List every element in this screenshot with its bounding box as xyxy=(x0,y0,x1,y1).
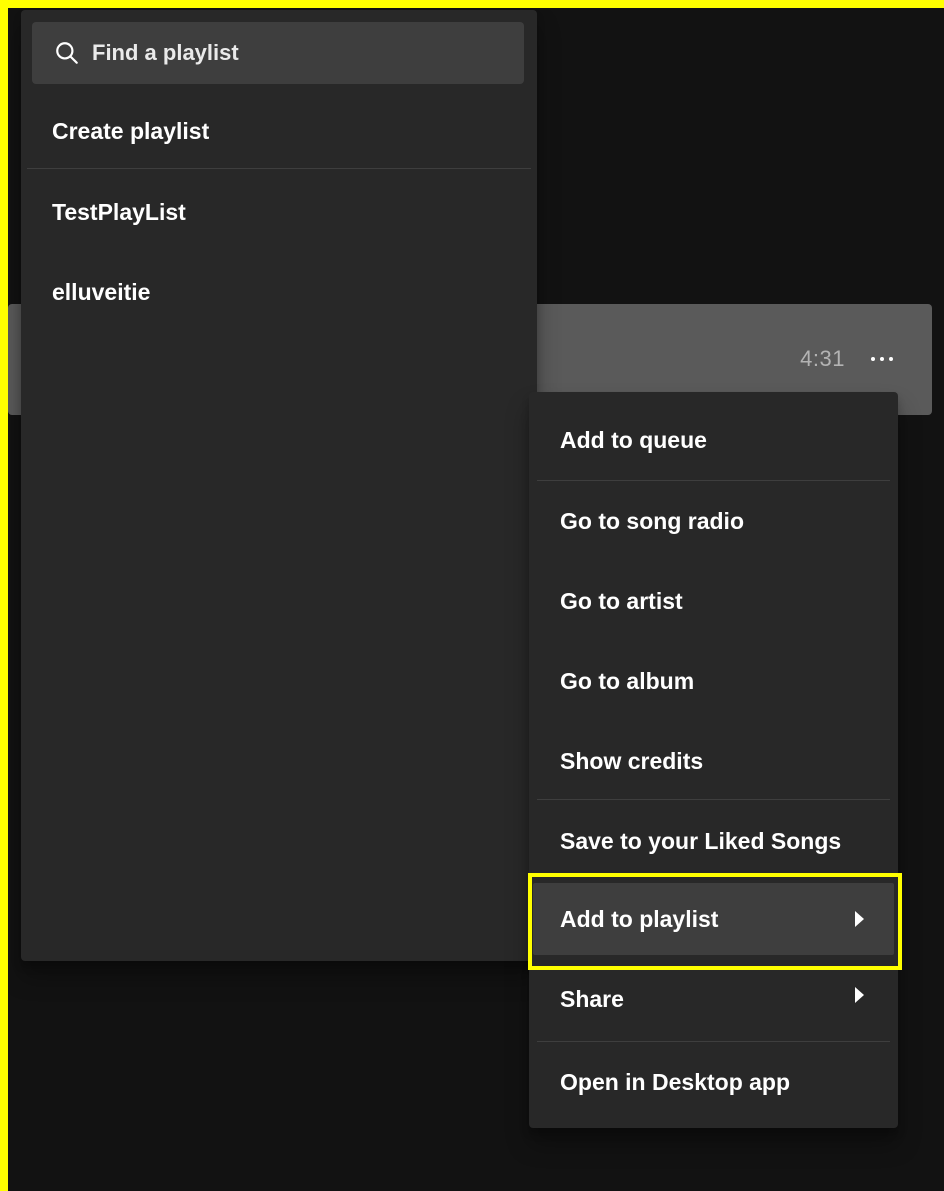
track-duration: 4:31 xyxy=(800,346,845,371)
track-context-menu: Add to queue Go to song radio Go to arti… xyxy=(529,392,898,1128)
divider xyxy=(537,480,890,481)
caret-right-icon xyxy=(855,911,864,927)
menu-item-go-to-artist[interactable]: Go to artist xyxy=(533,565,894,637)
menu-item-share[interactable]: Share xyxy=(533,963,894,1035)
menu-item-label: Add to playlist xyxy=(560,905,719,932)
playlist-search-box[interactable] xyxy=(32,22,524,84)
menu-item-add-to-queue[interactable]: Add to queue xyxy=(533,404,894,476)
playlist-search-input[interactable] xyxy=(90,39,494,67)
caret-right-icon xyxy=(855,987,864,1003)
divider xyxy=(537,799,890,800)
divider xyxy=(537,1041,890,1042)
menu-item-open-in-desktop-app[interactable]: Open in Desktop app xyxy=(533,1046,894,1118)
more-horizontal-icon[interactable] xyxy=(862,344,902,374)
menu-item-label: Share xyxy=(560,985,624,1012)
playlist-submenu: Create playlist TestPlayList elluveitie xyxy=(21,10,537,961)
divider xyxy=(27,168,531,169)
menu-item-show-credits[interactable]: Show credits xyxy=(533,725,894,797)
menu-item-save-to-liked-songs[interactable]: Save to your Liked Songs xyxy=(533,805,894,877)
menu-item-go-to-album[interactable]: Go to album xyxy=(533,645,894,717)
menu-item-go-to-song-radio[interactable]: Go to song radio xyxy=(533,485,894,557)
search-icon xyxy=(56,42,78,64)
menu-item-add-to-playlist[interactable]: Add to playlist xyxy=(533,883,894,955)
playlist-item-elluveitie[interactable]: elluveitie xyxy=(27,257,531,327)
playlist-item-testplaylist[interactable]: TestPlayList xyxy=(27,177,531,247)
create-playlist-item[interactable]: Create playlist xyxy=(27,96,531,166)
